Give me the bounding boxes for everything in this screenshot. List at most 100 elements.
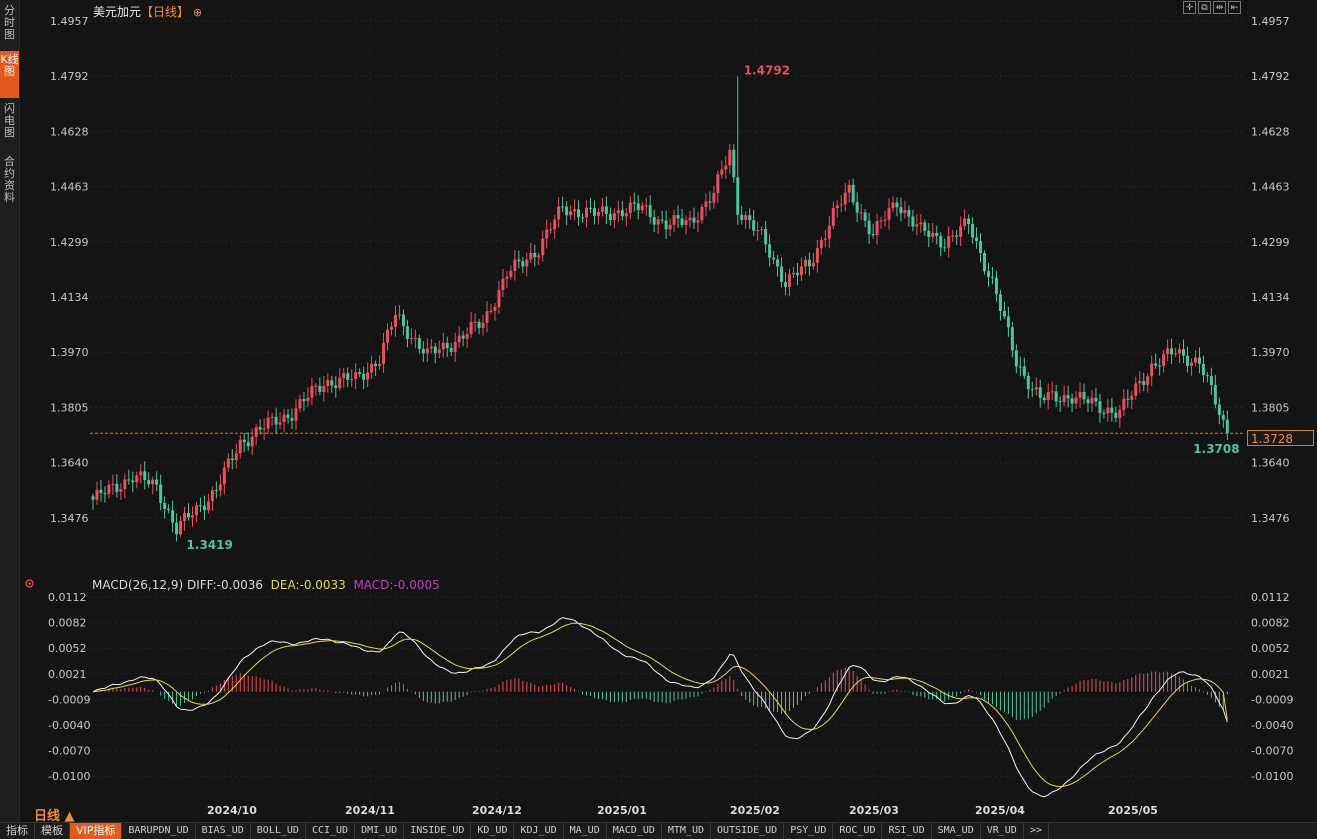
indicator-tab-12[interactable]: MACD_UD	[607, 823, 662, 839]
candle-body	[1086, 399, 1090, 404]
candle-body	[768, 244, 772, 258]
candle-body	[218, 484, 222, 491]
candle-body	[987, 271, 990, 277]
indicator-tab-8[interactable]: INSIDE_UD	[404, 823, 472, 839]
macd-dea-value: DEA:-0.0033	[270, 578, 346, 592]
candle-body	[831, 207, 835, 226]
indicator-tab-14[interactable]: OUTSIDE_UD	[711, 823, 785, 839]
indicator-tab-6[interactable]: CCI_UD	[306, 823, 356, 839]
candle-body	[171, 510, 175, 523]
candle-body	[135, 475, 139, 483]
first-page-icon[interactable]: ⇤	[1228, 1, 1241, 14]
candle-body	[799, 266, 803, 276]
date-axis-label: 2025/02	[730, 804, 780, 817]
price-axis-label-left: 1.4628	[50, 125, 89, 138]
indicator-tab-17[interactable]: RSI_UD	[882, 823, 932, 839]
candle-body	[803, 259, 807, 267]
indicator-tab-15[interactable]: PSY_UD	[784, 823, 834, 839]
candle-body	[791, 272, 795, 275]
symbol-name: 美元加元	[93, 5, 142, 19]
candle-body	[875, 221, 879, 236]
candle-body	[628, 202, 632, 214]
candle-body	[644, 205, 648, 207]
candle-body	[955, 235, 959, 237]
macd-diff-line	[92, 617, 1228, 798]
indicator-tab-0[interactable]: 指标	[0, 823, 35, 839]
crosshair-icon[interactable]: ✛	[1183, 1, 1196, 14]
indicator-tab-10[interactable]: KDJ_UD	[514, 823, 564, 839]
candle-body	[206, 501, 210, 511]
indicator-tab-16[interactable]: ROC_UD	[833, 823, 883, 839]
candle-body	[278, 422, 282, 425]
candle-body	[147, 480, 151, 485]
candle-body	[589, 207, 592, 209]
candle-body	[346, 373, 350, 380]
candle-body	[1038, 387, 1042, 398]
candle-body	[461, 335, 465, 339]
macd-diff-value: DIFF:-0.0036	[186, 578, 263, 592]
price-axis-label-right: 1.4463	[1251, 181, 1290, 194]
indicator-tab-18[interactable]: SMA_UD	[932, 823, 981, 839]
candle-body	[561, 206, 565, 208]
candle-body	[270, 416, 274, 418]
indicator-tab-19[interactable]: VR_UD	[981, 823, 1024, 839]
sidebar-tab-3[interactable]: 合约资料	[0, 153, 19, 213]
candle-body	[401, 314, 405, 327]
sidebar-tab-2[interactable]: 闪电图	[0, 100, 19, 150]
candle-body	[183, 513, 187, 521]
zoom-out-icon[interactable]: ⇹	[1213, 1, 1226, 14]
candle-body	[1221, 414, 1225, 420]
candle-body	[585, 207, 589, 218]
candle-body	[1189, 362, 1193, 366]
indicator-settings-icon[interactable]	[25, 579, 34, 588]
sidebar-tab-0[interactable]: 分时图	[0, 2, 19, 49]
candle-body	[266, 417, 270, 429]
indicator-tab-11[interactable]: MA_UD	[564, 823, 607, 839]
candle-body	[1158, 365, 1162, 367]
candle-body	[238, 439, 242, 454]
candle-body	[226, 458, 230, 468]
indicator-tab-3[interactable]: BARUPDN_UD	[122, 823, 196, 839]
price-axis-label-right: 1.4134	[1251, 291, 1290, 304]
candle-body	[163, 502, 167, 509]
indicator-tab-5[interactable]: BOLL_UD	[251, 823, 306, 839]
price-axis-label-left: 1.3476	[50, 512, 89, 525]
candle-body	[1197, 357, 1201, 364]
candle-body	[210, 490, 214, 502]
candle-body	[179, 520, 183, 535]
sidebar-tab-1[interactable]: K线图	[0, 51, 19, 98]
candle-body	[975, 237, 979, 242]
indicator-tab-2[interactable]: VIP指标	[70, 823, 123, 839]
indicator-tab-1[interactable]: 模板	[35, 823, 70, 839]
zoom-in-icon[interactable]: ⧉	[1198, 1, 1211, 14]
candle-body	[258, 427, 262, 430]
indicator-tab-13[interactable]: MTM_UD	[662, 823, 711, 839]
candle-body	[246, 442, 250, 447]
candle-body	[354, 372, 358, 380]
candle-body	[772, 257, 776, 260]
candle-body	[728, 149, 732, 166]
candle-body	[1106, 407, 1110, 414]
macd-axis-label-right: -0.0040	[1251, 719, 1293, 732]
candle-body	[202, 505, 206, 511]
indicator-tab-9[interactable]: KD_UD	[471, 823, 515, 839]
candle-body	[604, 206, 608, 215]
candle-body	[581, 217, 585, 219]
indicator-tab-4[interactable]: BIAS_UD	[196, 823, 251, 839]
candle-body	[1193, 357, 1197, 363]
indicator-tab-7[interactable]: DMI_UD	[355, 823, 405, 839]
macd-axis-label-right: 0.0082	[1251, 617, 1290, 630]
indicator-tab-20[interactable]: >>	[1024, 823, 1049, 839]
candle-body	[1166, 348, 1170, 355]
candle-body	[1082, 392, 1086, 400]
price-axis-label-right: 1.3805	[1251, 401, 1290, 414]
price-axis-label-right: 1.3640	[1251, 457, 1290, 470]
candle-body	[477, 321, 481, 329]
candle-body	[390, 326, 393, 330]
candle-body	[1030, 389, 1034, 391]
candle-body	[1098, 401, 1102, 413]
price-chart-canvas[interactable]: 1.4957 1.4957 1.4792 1.4792 1.4628 1.4628 1.44…	[0, 0, 1317, 822]
price-axis-label-right: 1.4628	[1251, 125, 1290, 138]
target-circle-icon[interactable]: ⊕	[193, 6, 202, 19]
date-axis-label: 2025/01	[597, 804, 647, 817]
